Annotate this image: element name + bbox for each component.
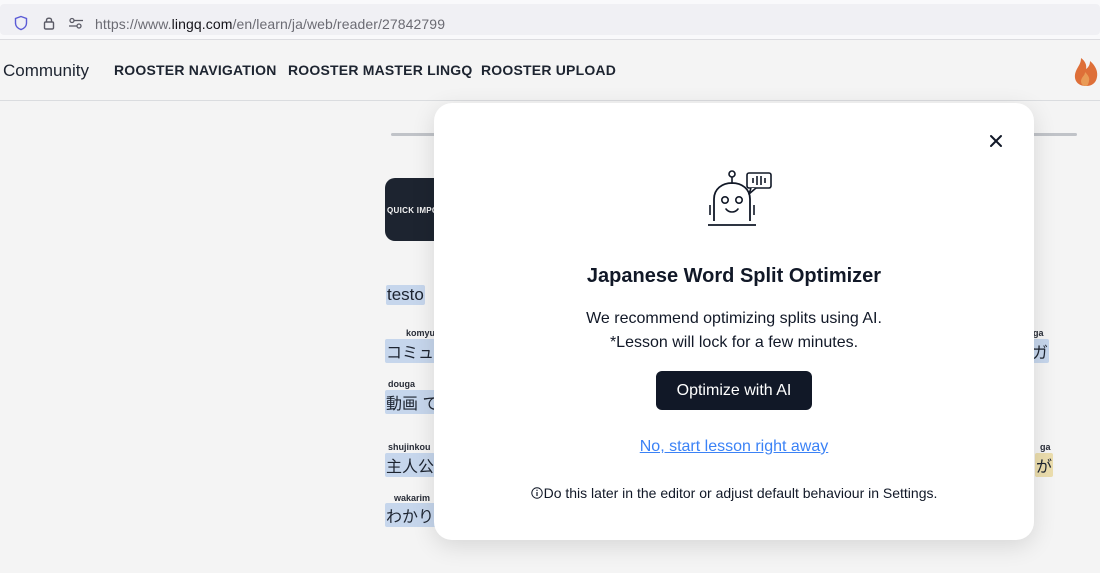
modal-lock-note: *Lesson will lock for a few minutes.: [609, 334, 859, 351]
browser-url-bar: https://www.lingq.com/en/learn/ja/web/re…: [0, 0, 1100, 40]
close-icon[interactable]: [986, 131, 1006, 151]
optimize-with-ai-button[interactable]: Optimize with AI: [656, 371, 812, 410]
lock-icon[interactable]: [41, 15, 57, 31]
shield-icon[interactable]: [13, 15, 29, 31]
modal-description: We recommend optimizing splits using AI.: [586, 310, 882, 327]
footnote-text: Do this later in the editor or adjust de…: [543, 485, 938, 501]
url-path: /en/learn/ja/web/reader/27842799: [232, 16, 446, 32]
address-field[interactable]: https://www.lingq.com/en/learn/ja/web/re…: [0, 4, 1100, 35]
info-icon: [530, 487, 543, 499]
url-prefix: https://www.: [95, 16, 172, 32]
settings-footnote: Do this later in the editor or adjust de…: [434, 485, 1034, 501]
url-host: lingq.com: [171, 16, 233, 32]
modal-title: Japanese Word Split Optimizer: [586, 265, 882, 287]
url-text[interactable]: https://www.lingq.com/en/learn/ja/web/re…: [95, 16, 445, 32]
permissions-icon[interactable]: [68, 15, 84, 31]
start-lesson-link[interactable]: No, start lesson right away: [434, 438, 1034, 456]
robot-icon: [708, 170, 772, 226]
split-optimizer-modal: Japanese Word Split Optimizer We recomme…: [434, 103, 1034, 540]
